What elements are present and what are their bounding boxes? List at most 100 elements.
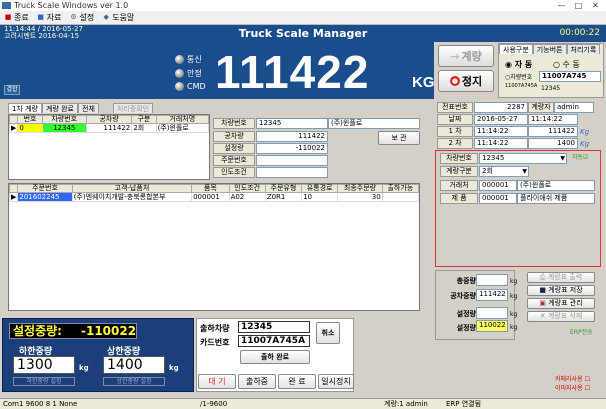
tab-all[interactable]: 전체 <box>78 103 99 113</box>
status-port: Com1 9600 8 1 None <box>3 400 78 408</box>
tab-records[interactable]: 처리기록 <box>566 44 601 54</box>
delete-label: 계량표 삭제 <box>547 312 583 320</box>
weigh-type-label: 계량구분 <box>440 166 478 177</box>
camera-label: 커메라사용 <box>555 376 583 383</box>
checkbox-checked-icon: ☑ <box>583 154 589 161</box>
ship-vehicle-field[interactable]: 12345 <box>238 321 310 333</box>
tab-usage[interactable]: 사용구분 <box>499 44 533 54</box>
led-icon <box>175 82 184 91</box>
manage-label: 계량표 관리 <box>548 299 583 307</box>
status-shipping-button[interactable]: 출하중 <box>238 374 276 389</box>
auto-radio[interactable]: ◉ 자 동 <box>505 59 532 70</box>
ship-done-button[interactable]: 출하 완료 <box>240 350 310 364</box>
manage-slip-button[interactable]: ▣ 계량표 관리 <box>527 298 595 309</box>
empty-weight-unit: kg <box>510 293 518 300</box>
weight-value: 111422 <box>215 46 370 98</box>
high-limit-set-button[interactable]: 상한중량 설정 <box>103 377 165 386</box>
menu-settings[interactable]: ⚙ 설정 <box>69 12 94 23</box>
status-pause-button[interactable]: 일시정지 <box>318 374 354 389</box>
set-field <box>476 307 508 319</box>
data-icon: ■ <box>37 13 45 21</box>
save-slip-button[interactable]: ■ 계량표 저장 <box>527 285 595 296</box>
header-clock: 00:00:22 <box>559 28 600 38</box>
col-qty: 최종주문량 <box>337 184 383 193</box>
tab-weigh-done[interactable]: 계량 완료 <box>42 103 78 113</box>
tab-first-weigh[interactable]: 1차 계량 <box>8 103 42 113</box>
manage-icon: ▣ <box>539 299 546 307</box>
client-code[interactable]: 000001 <box>479 180 517 191</box>
print-slip-button[interactable]: ⎙ 계량표 출력 <box>527 272 595 283</box>
manual-radio[interactable]: ○ 수 동 <box>553 59 580 70</box>
menubar: ■ 종료 ■ 자료 ⚙ 설정 ◆ 도움말 <box>0 11 606 25</box>
auto-check-label: 자동 <box>572 154 584 161</box>
weigh-type-value: 2회 <box>482 167 493 175</box>
image-option[interactable]: 이미지사용 ☐ <box>555 383 590 392</box>
col-type: 구분 <box>131 115 157 124</box>
mode-tabs: 사용구분 기능버튼 처리기록 <box>499 44 603 54</box>
camera-option[interactable]: 커메라사용 ☐ <box>555 374 590 383</box>
minimize-button[interactable]: — <box>555 1 568 10</box>
menu-help[interactable]: ◆ 도움말 <box>102 12 135 23</box>
table-row[interactable]: ▶ 0 12345 111422 2회 (주)윈플로 <box>9 123 209 133</box>
maximize-button[interactable]: □ <box>572 1 585 10</box>
form-vehicle-label: 차량번호 <box>213 118 255 129</box>
image-label: 이미지사용 <box>555 385 583 392</box>
tab-processing[interactable]: 처리중확인 <box>112 103 154 113</box>
col-item: 품목 <box>191 184 230 193</box>
col-route: 유통경로 <box>301 184 339 193</box>
cell-vehicle: 12345 <box>41 123 87 133</box>
col-available: 출하가능 <box>381 184 419 193</box>
status-wait-button[interactable]: 대 기 <box>198 374 236 389</box>
orders-grid: 주문번호 고객-납품처 품목 인도조건 주문유형 유통경로 최종주문량 출하가능… <box>8 183 420 311</box>
second-weigh-time: 11:14:22 <box>474 138 528 149</box>
mode-panel: 사용구분 기능버튼 처리기록 ◉ 자 동 ○ 수 동 ○차량번호 11007A7… <box>498 43 604 98</box>
weight-unit: KG <box>412 74 435 91</box>
weigh-button[interactable]: → 계량 <box>438 45 494 67</box>
form-order-field[interactable] <box>256 155 328 166</box>
vehicle-no-field[interactable]: 11007A745 <box>539 71 601 82</box>
save-button[interactable]: 보 관 <box>378 131 420 145</box>
erp-send-label: ERP전송 <box>570 329 593 336</box>
statusbar: Com1 9600 8 1 None /1-9600 계량:1 admin ER… <box>0 398 606 409</box>
manual-label: 수 동 <box>562 60 580 69</box>
delete-slip-button[interactable]: ✕ 계량표 삭제 <box>527 311 595 322</box>
ship-card-label: 카드번호 <box>200 338 230 347</box>
set-unit: kg <box>510 311 518 318</box>
empty-weight-label: 공차중량 <box>450 292 476 300</box>
cell-customer: (주)엔웨이치개발-충북롱합본부 <box>71 192 193 202</box>
status-done-button[interactable]: 완 료 <box>278 374 316 389</box>
first-weigh-label: 1 차 <box>437 126 473 137</box>
net-unit: kg <box>510 324 518 331</box>
high-limit-field[interactable]: 1400 <box>103 356 165 374</box>
high-unit: kg <box>169 364 179 372</box>
radio-checked-icon: ◉ <box>505 60 512 69</box>
checkbox-icon: ☐ <box>584 385 590 392</box>
cell-client: (주)윈플로 <box>155 123 209 133</box>
mode-button[interactable]: 결합 <box>4 85 20 95</box>
weigh-type-select[interactable]: 2회 ▼ <box>479 166 529 177</box>
ship-card-field[interactable]: 11007A745A <box>238 335 310 347</box>
first-weigh-unit: Kg <box>580 128 590 136</box>
menu-exit[interactable]: ■ 종료 <box>4 12 29 23</box>
menu-label: 설정 <box>79 13 95 22</box>
row-pointer-icon: ▶ <box>9 123 19 133</box>
low-limit-set-button[interactable]: 하한중량 설정 <box>13 377 75 386</box>
menu-data[interactable]: ■ 자료 <box>37 12 62 23</box>
form-vehicle-field[interactable]: 12345 <box>256 118 328 129</box>
table-row[interactable]: ▶ 201602245 (주)엔웨이치개발-충북롱합본부 000001 A02 … <box>9 192 419 202</box>
setpoint-panel: 설정중량: -110022 하한중량 1300 kg 하한중량 설정 상한중량 … <box>2 318 194 392</box>
auto-checkbox[interactable]: 자동☑ <box>572 152 588 161</box>
col-client: 거래처명 <box>155 115 209 124</box>
form-set-field[interactable]: -110022 <box>256 143 328 154</box>
menu-label: 자료 <box>46 13 62 22</box>
stop-button[interactable]: ● 정지 <box>438 70 494 92</box>
tab-functions[interactable]: 기능버튼 <box>532 44 567 54</box>
form-delivery-field[interactable] <box>256 167 328 178</box>
close-button[interactable]: ✕ <box>589 1 602 10</box>
low-limit-field[interactable]: 1300 <box>13 356 75 374</box>
detail-vehicle-select[interactable]: 12345 ▼ <box>479 153 567 164</box>
cancel-button[interactable]: 취소 <box>316 322 340 344</box>
vehicle-radio-label[interactable]: ○차량번호 <box>505 72 532 81</box>
settings-icon: ⚙ <box>70 13 77 21</box>
product-code[interactable]: 000001 <box>479 193 517 204</box>
